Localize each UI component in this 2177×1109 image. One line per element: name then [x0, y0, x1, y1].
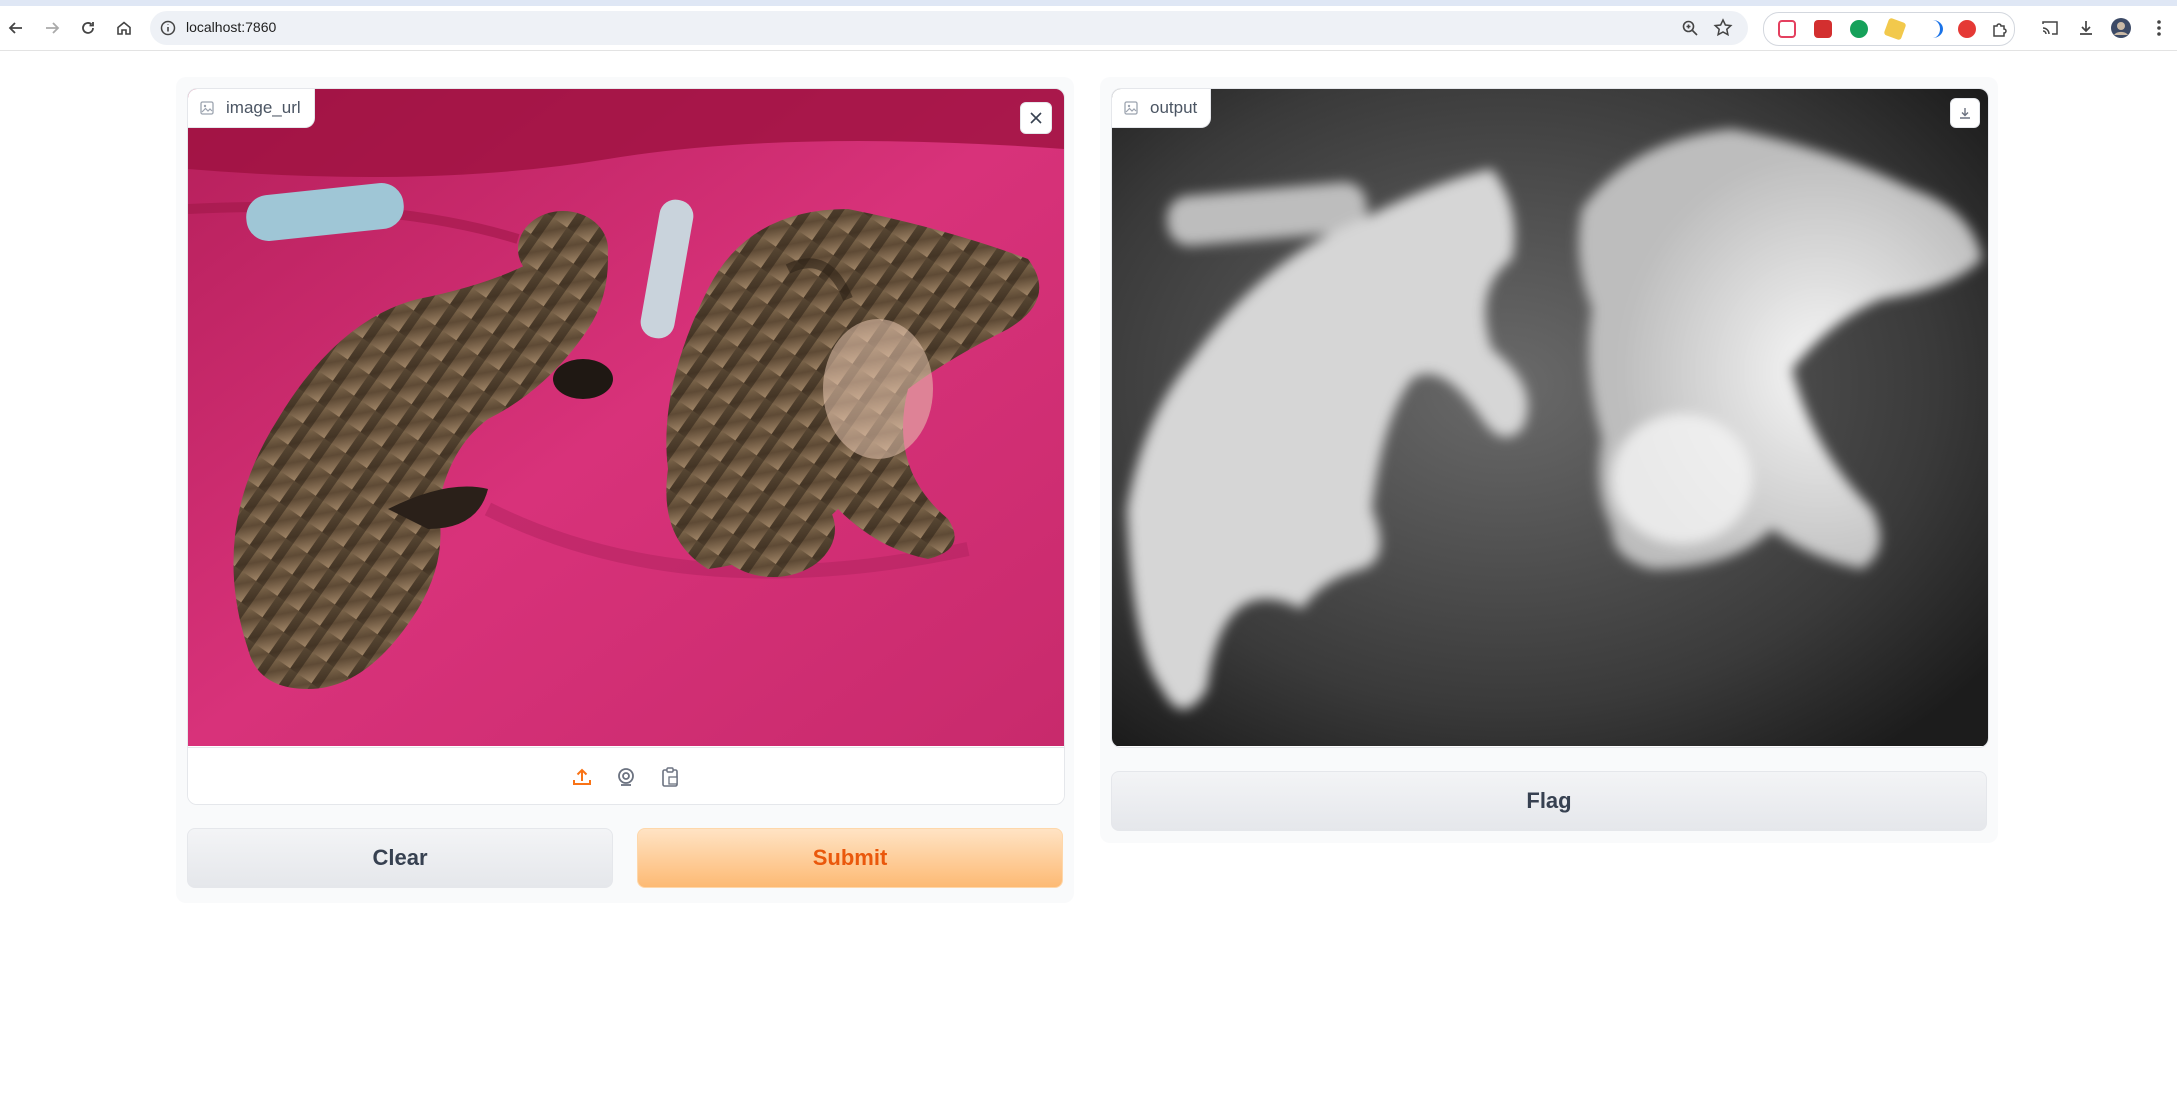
- output-image-component: output: [1111, 88, 1989, 748]
- output-depth-image: [1112, 89, 1988, 746]
- reload-icon: [82, 22, 94, 34]
- downloads-button[interactable]: [2075, 17, 2097, 39]
- menu-button[interactable]: [2148, 17, 2170, 39]
- extension-red-icon[interactable]: [1814, 20, 1832, 38]
- cast-button[interactable]: [2039, 17, 2061, 39]
- input-image-label-text: image_url: [226, 98, 301, 117]
- extension-yellow-icon[interactable]: [1883, 17, 1907, 41]
- flag-button[interactable]: Flag: [1111, 771, 1987, 831]
- home-icon: [117, 21, 131, 35]
- upload-icon: [573, 768, 591, 785]
- input-image-component[interactable]: image_url: [187, 88, 1065, 805]
- download-icon: [2080, 21, 2092, 35]
- site-info-icon[interactable]: [158, 18, 178, 38]
- output-image-label: output: [1112, 89, 1212, 128]
- close-icon: [1030, 112, 1042, 124]
- input-image-label: image_url: [188, 89, 315, 128]
- avatar-icon: [2111, 18, 2131, 38]
- extension-blue-icon[interactable]: [1922, 20, 1943, 38]
- image-icon: [1124, 101, 1138, 115]
- profile-avatar[interactable]: [2110, 17, 2132, 39]
- back-arrow-icon: [8, 22, 22, 34]
- clear-image-button[interactable]: [1020, 102, 1052, 134]
- download-image-button[interactable]: [1950, 98, 1980, 128]
- upload-source-button[interactable]: [569, 764, 595, 790]
- pocket-icon[interactable]: [1778, 20, 1796, 38]
- output-image-label-text: output: [1150, 98, 1198, 117]
- opera-icon[interactable]: [1958, 20, 1976, 38]
- input-cats-image: [188, 89, 1064, 746]
- url-text: localhost:7860: [186, 19, 277, 35]
- submit-button[interactable]: Submit: [637, 828, 1063, 888]
- download-icon: [1960, 108, 1970, 119]
- back-button[interactable]: [2, 14, 30, 42]
- forward-button[interactable]: [38, 14, 66, 42]
- browser-toolbar: localhost:7860: [0, 6, 2177, 51]
- clear-button[interactable]: Clear: [187, 828, 613, 888]
- cast-icon: [2042, 21, 2058, 35]
- extensions-puzzle-icon[interactable]: [1990, 19, 2010, 39]
- webcam-source-button[interactable]: [613, 764, 639, 790]
- clipboard-icon: [662, 766, 678, 787]
- clipboard-source-button[interactable]: [657, 764, 683, 790]
- reload-button[interactable]: [74, 14, 102, 42]
- zoom-icon[interactable]: [1680, 18, 1700, 38]
- bookmark-star-icon[interactable]: [1712, 17, 1734, 39]
- webcam-icon: [618, 767, 634, 786]
- home-button[interactable]: [110, 14, 138, 42]
- image-icon: [200, 101, 214, 115]
- extensions-group: [1763, 12, 2015, 46]
- kebab-menu-icon: [2157, 20, 2161, 36]
- forward-arrow-icon: [46, 22, 60, 34]
- address-bar[interactable]: localhost:7860: [150, 11, 1748, 45]
- image-source-bar: [188, 747, 1064, 804]
- grammarly-icon[interactable]: [1850, 20, 1868, 38]
